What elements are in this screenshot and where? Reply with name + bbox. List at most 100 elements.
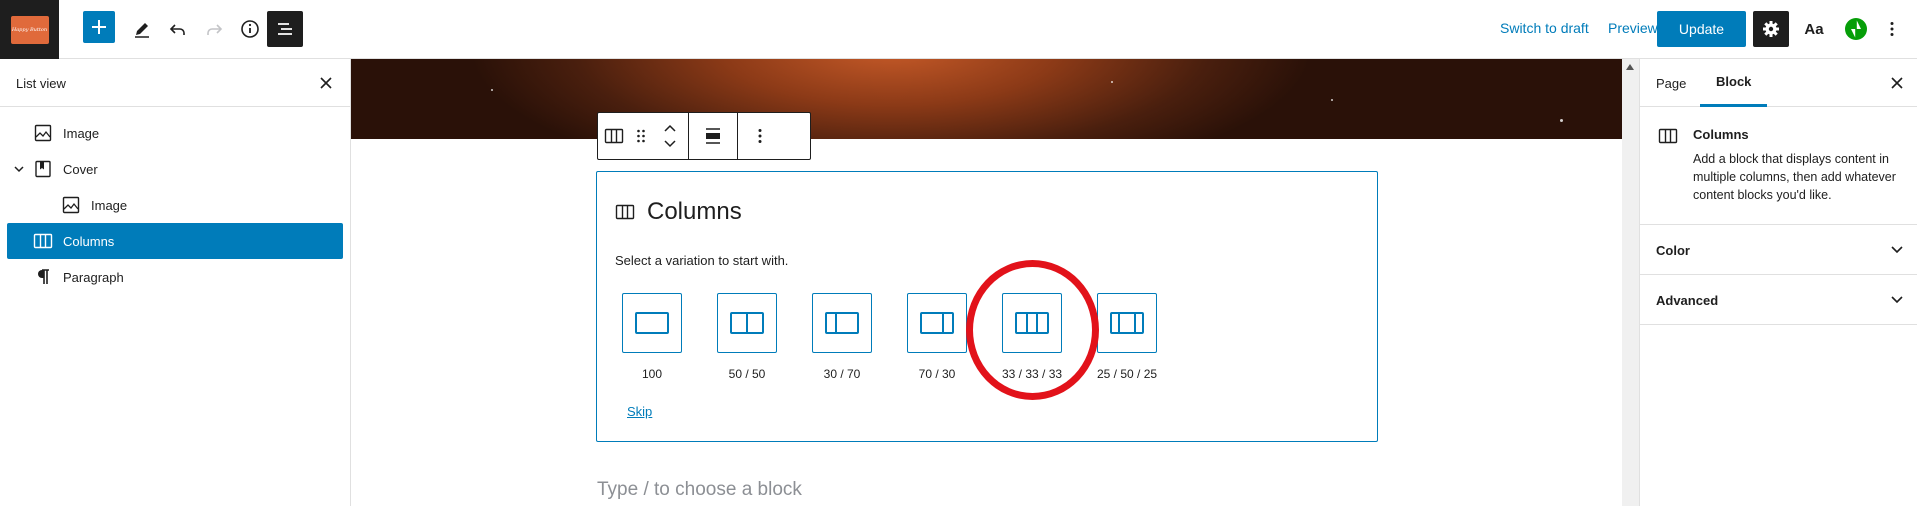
move-up-down-buttons[interactable] bbox=[652, 113, 688, 159]
drag-handle[interactable] bbox=[630, 113, 652, 159]
list-view-item-label: Cover bbox=[63, 161, 98, 177]
variation-label: 30 / 70 bbox=[823, 367, 861, 381]
columns-icon bbox=[604, 128, 624, 144]
variation-label: 100 bbox=[641, 367, 663, 381]
close-icon bbox=[320, 77, 332, 89]
close-settings-button[interactable] bbox=[1885, 71, 1909, 95]
list-view-item-cover[interactable]: Cover bbox=[7, 151, 343, 187]
block-toolbar-options-group bbox=[738, 113, 782, 159]
undo-button[interactable] bbox=[160, 11, 196, 47]
update-button[interactable]: Update bbox=[1657, 11, 1746, 47]
add-block-button[interactable] bbox=[83, 11, 115, 43]
list-view-header: List view bbox=[0, 59, 350, 107]
columns-icon bbox=[31, 229, 55, 253]
annotation-circle bbox=[966, 260, 1099, 400]
editor-top-toolbar: Happy Button Switch to draft Preview Upd… bbox=[0, 0, 1917, 59]
scroll-up-arrow-icon[interactable] bbox=[1626, 64, 1634, 70]
variation-label: 70 / 30 bbox=[918, 367, 956, 381]
variation-label: 25 / 50 / 25 bbox=[1097, 367, 1158, 381]
chevron-down-icon[interactable] bbox=[663, 139, 677, 149]
variation-label: 50 / 50 bbox=[728, 367, 766, 381]
settings-sidebar: Page Block Columns Add a block that disp… bbox=[1639, 59, 1917, 506]
columns-placeholder-instructions: Select a variation to start with. bbox=[615, 253, 789, 268]
list-view-item-label: Image bbox=[91, 197, 128, 213]
list-view-item-columns[interactable]: Columns bbox=[7, 223, 343, 259]
variation-button[interactable] bbox=[622, 293, 682, 353]
vertical-ellipsis-icon bbox=[758, 129, 762, 143]
columns-icon bbox=[615, 204, 635, 220]
columns-icon bbox=[1658, 127, 1678, 150]
chevron-up-icon[interactable] bbox=[663, 123, 677, 133]
variation-option-70-30[interactable]: 70 / 30 bbox=[907, 293, 967, 381]
pencil-icon bbox=[135, 23, 149, 38]
cover-icon bbox=[31, 157, 55, 181]
panel-color[interactable]: Color bbox=[1640, 225, 1917, 275]
list-view-panel: List view Image Cover Image Columns Para… bbox=[0, 59, 351, 506]
variation-button[interactable] bbox=[812, 293, 872, 353]
align-button[interactable] bbox=[689, 113, 737, 159]
cover-block-image[interactable] bbox=[351, 59, 1622, 139]
jetpack-button[interactable] bbox=[1838, 11, 1874, 47]
default-block-appender[interactable]: Type / to choose a block bbox=[597, 479, 802, 501]
sidebar-tabs: Page Block bbox=[1640, 59, 1917, 107]
site-logo-button[interactable]: Happy Button bbox=[0, 0, 59, 59]
plus-icon bbox=[92, 20, 106, 34]
align-wide-icon bbox=[706, 128, 720, 144]
details-button[interactable] bbox=[232, 11, 268, 47]
chevron-down-icon bbox=[1888, 241, 1906, 259]
redo-icon bbox=[207, 24, 223, 35]
skip-link[interactable]: Skip bbox=[627, 404, 652, 419]
block-card: Columns Add a block that displays conten… bbox=[1640, 107, 1917, 225]
columns-placeholder-title: Columns bbox=[647, 198, 742, 225]
canvas-scrollbar[interactable] bbox=[1622, 59, 1639, 506]
tab-block[interactable]: Block bbox=[1700, 59, 1768, 107]
block-card-description: Add a block that displays content in mul… bbox=[1693, 152, 1896, 202]
panel-title: Advanced bbox=[1656, 293, 1719, 308]
variation-button[interactable] bbox=[907, 293, 967, 353]
list-view-item-paragraph[interactable]: Paragraph bbox=[7, 259, 343, 295]
list-view-item-image[interactable]: Image bbox=[7, 115, 343, 151]
panel-advanced[interactable]: Advanced bbox=[1640, 275, 1917, 325]
column-layout-25-50-25-icon bbox=[1110, 312, 1144, 334]
variation-option-30-70[interactable]: 30 / 70 bbox=[812, 293, 872, 381]
list-view-item-label: Paragraph bbox=[63, 269, 124, 285]
list-view-button[interactable] bbox=[267, 11, 303, 47]
chevron-down-icon[interactable] bbox=[11, 161, 27, 177]
switch-to-draft-link[interactable]: Switch to draft bbox=[1500, 20, 1589, 36]
variation-option-100[interactable]: 100 bbox=[622, 293, 682, 381]
styles-button[interactable]: Aa bbox=[1796, 11, 1832, 47]
settings-button[interactable] bbox=[1753, 11, 1789, 47]
variation-button[interactable] bbox=[717, 293, 777, 353]
drag-handle-icon bbox=[637, 129, 645, 143]
panel-title: Color bbox=[1656, 243, 1690, 258]
column-layout-70-30-icon bbox=[920, 312, 954, 334]
block-toolbar-align-group bbox=[689, 113, 738, 159]
column-layout-50-50-icon bbox=[730, 312, 764, 334]
site-logo-text: Happy Button bbox=[11, 26, 48, 33]
list-view-item-image[interactable]: Image bbox=[7, 187, 343, 223]
block-card-title: Columns bbox=[1693, 127, 1749, 142]
undo-icon bbox=[169, 24, 185, 35]
more-options-button[interactable] bbox=[1874, 11, 1910, 47]
variation-button[interactable] bbox=[1097, 293, 1157, 353]
variation-option-25-50-25[interactable]: 25 / 50 / 25 bbox=[1097, 293, 1157, 381]
vertical-ellipsis-icon bbox=[1890, 22, 1894, 36]
gear-icon bbox=[1763, 21, 1779, 37]
paragraph-icon bbox=[31, 265, 55, 289]
info-icon bbox=[241, 20, 259, 38]
image-icon bbox=[31, 121, 55, 145]
preview-link[interactable]: Preview bbox=[1608, 20, 1658, 36]
column-layout-30-70-icon bbox=[825, 312, 859, 334]
variation-option-50-50[interactable]: 50 / 50 bbox=[717, 293, 777, 381]
block-options-button[interactable] bbox=[738, 113, 782, 159]
site-logo-image: Happy Button bbox=[10, 15, 49, 44]
tools-button[interactable] bbox=[124, 11, 160, 47]
block-switcher-button[interactable] bbox=[598, 113, 630, 159]
tab-page[interactable]: Page bbox=[1640, 59, 1702, 107]
chevron-down-icon bbox=[1888, 291, 1906, 309]
close-list-view-button[interactable] bbox=[314, 71, 338, 95]
column-layout-100-icon bbox=[635, 312, 669, 334]
list-view-title: List view bbox=[16, 76, 66, 91]
close-icon bbox=[1891, 77, 1903, 89]
redo-button[interactable] bbox=[196, 11, 232, 47]
